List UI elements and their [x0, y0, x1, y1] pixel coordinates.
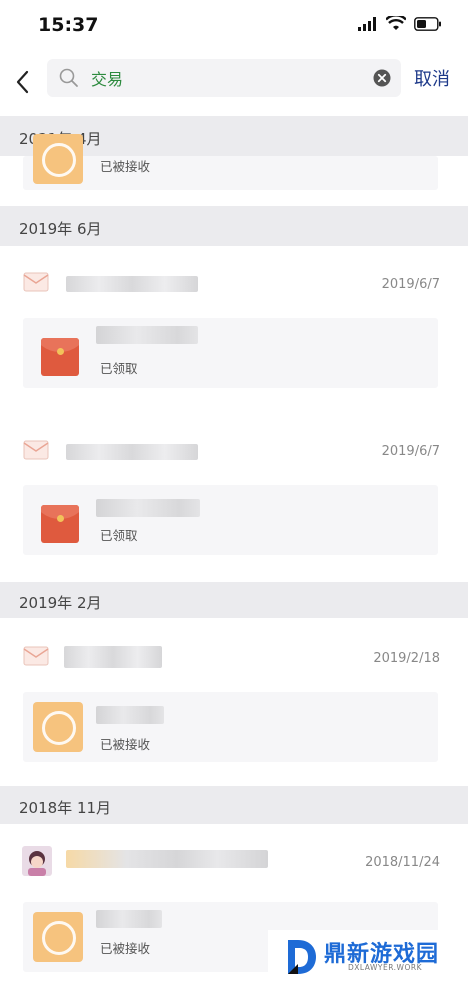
sender-name	[66, 850, 268, 868]
section-title: 2019年 6月	[19, 220, 102, 238]
wifi-icon	[386, 16, 406, 30]
watermark-logo	[288, 940, 316, 974]
row-date: 2018/11/24	[365, 855, 440, 870]
list-item[interactable]: 2019/6/7 已领取	[0, 412, 468, 582]
receipt-check-icon	[33, 912, 83, 962]
search-input[interactable]	[91, 66, 361, 90]
row-date: 2019/6/7	[381, 277, 440, 292]
row-date: 2019/6/7	[381, 444, 440, 459]
section-header: 2018年 11月	[0, 786, 468, 824]
message-status: 已被接收	[100, 941, 151, 956]
list-item[interactable]: 2019/2/18 已被接收	[0, 618, 468, 786]
status-time: 15:37	[38, 14, 99, 36]
message-status: 已被接收	[100, 737, 151, 752]
section-header: 2019年 6月	[0, 206, 468, 246]
red-packet-icon	[41, 338, 79, 376]
message-title	[96, 706, 164, 724]
clear-icon[interactable]	[373, 69, 391, 87]
red-packet-icon	[41, 505, 79, 543]
search-bar: 取消	[0, 50, 468, 116]
avatar	[22, 846, 52, 876]
back-arrow-icon	[16, 70, 29, 94]
message-status: 已被接收	[100, 159, 151, 174]
sender-name	[64, 646, 162, 668]
message-box[interactable]: 已领取	[23, 318, 438, 388]
transfer-envelope-icon	[23, 440, 49, 460]
back-button[interactable]	[8, 62, 36, 102]
watermark-subtitle: DXLAWYER.WORK	[348, 963, 422, 972]
status-icons	[358, 16, 442, 31]
section-title: 2019年 2月	[19, 594, 102, 612]
section-title: 2018年 11月	[19, 799, 112, 817]
transfer-envelope-icon	[23, 272, 49, 292]
battery-icon	[414, 16, 441, 31]
message-title	[96, 326, 198, 344]
receipt-check-icon	[33, 702, 83, 752]
search-box[interactable]	[47, 59, 401, 97]
message-box[interactable]: 已领取	[23, 485, 438, 555]
message-title	[96, 499, 200, 517]
transfer-envelope-icon	[23, 646, 49, 666]
message-status: 已领取	[100, 361, 138, 376]
message-status: 已领取	[100, 528, 138, 543]
message-title	[96, 910, 162, 928]
row-date: 2019/2/18	[373, 651, 440, 666]
signal-icon	[358, 16, 376, 31]
list-item[interactable]: 已被接收	[0, 134, 468, 206]
list-item[interactable]: 2019/6/7 已领取	[0, 246, 468, 412]
watermark: 鼎新游戏园 DXLAWYER.WORK	[268, 930, 468, 982]
receipt-check-icon	[33, 134, 83, 184]
cancel-button[interactable]: 取消	[414, 65, 450, 91]
message-box[interactable]: 已被接收	[23, 692, 438, 762]
sender-name	[66, 444, 198, 460]
sender-name	[66, 276, 198, 292]
search-icon	[59, 68, 78, 87]
status-bar: 15:37	[0, 0, 468, 50]
section-header: 2019年 2月	[0, 582, 468, 618]
message-box[interactable]: 已被接收	[23, 134, 438, 190]
